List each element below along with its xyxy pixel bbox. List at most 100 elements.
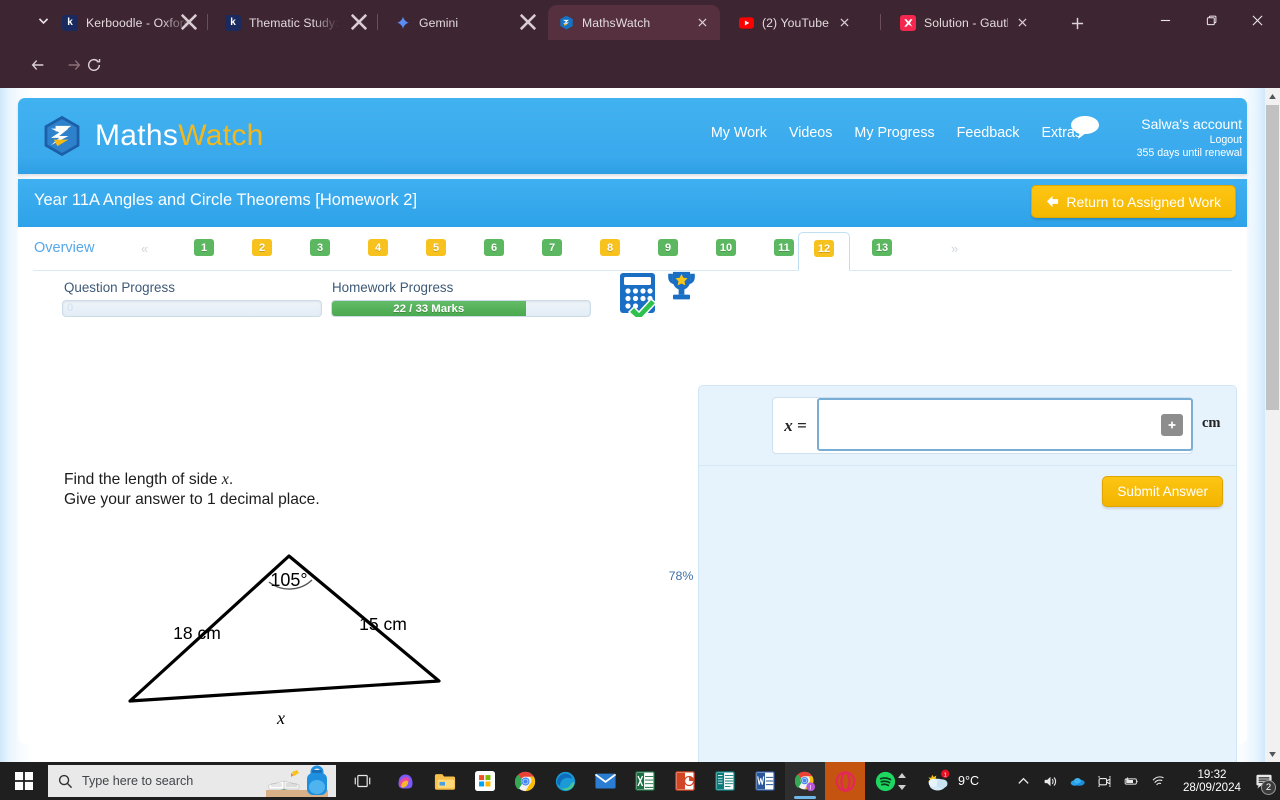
answer-input-wrapper[interactable]: [817, 398, 1193, 451]
taskbar-google-chrome-icon[interactable]: [505, 762, 545, 800]
calculator-icon[interactable]: [618, 271, 660, 317]
task-view-icon[interactable]: [343, 762, 381, 800]
taskbar-file-explorer-icon[interactable]: [425, 762, 465, 800]
taskbar-copilot-icon[interactable]: [385, 762, 425, 800]
browser-tab-active[interactable]: MathsWatch: [548, 5, 720, 40]
show-hidden-icons-scroll[interactable]: [893, 762, 911, 800]
close-window-button[interactable]: [1234, 0, 1280, 40]
taskbar-apps: I: [385, 762, 905, 800]
svg-text:I: I: [809, 784, 811, 791]
logo-text-maths: Maths: [95, 119, 179, 152]
question-text: Find the length of side x. Give your ans…: [64, 470, 320, 510]
question-line-1: Find the length of side x.: [64, 470, 320, 490]
browser-tab[interactable]: k Thematic Study: M: [215, 5, 347, 40]
close-icon[interactable]: [692, 13, 712, 33]
taskbar-excel-icon[interactable]: [625, 762, 665, 800]
mathswatch-logo[interactable]: MathsWatch: [40, 114, 264, 158]
browser-tab[interactable]: k Kerboodle - Oxford: [52, 5, 200, 40]
camera-privacy-icon[interactable]: [1091, 762, 1118, 800]
question-line-1-text: Find the length of side: [64, 471, 222, 488]
question-tab-12[interactable]: 12: [798, 232, 850, 271]
trophy-icon[interactable]: [664, 269, 699, 307]
browser-tab[interactable]: (2) YouTube: [728, 5, 862, 40]
weather-icon: 1: [928, 769, 950, 791]
start-button-icon[interactable]: [0, 762, 48, 800]
nav-item-feedback[interactable]: Feedback: [957, 125, 1020, 141]
tab-title: Kerboodle - Oxford: [86, 15, 191, 30]
answer-input[interactable]: [827, 400, 1161, 449]
account-name[interactable]: Salwa's account: [1082, 116, 1242, 132]
weather-temperature: 9°C: [958, 774, 980, 788]
show-hidden-icons-chevron-icon[interactable]: [1010, 762, 1037, 800]
overview-tab[interactable]: Overview: [34, 240, 94, 256]
taskbar-search[interactable]: Type here to search: [48, 765, 336, 797]
maximize-button[interactable]: [1188, 0, 1234, 40]
close-icon[interactable]: [350, 13, 368, 31]
question-badge: 4: [368, 239, 388, 256]
battery-icon[interactable]: [1118, 762, 1145, 800]
question-tab-10[interactable]: 10: [700, 232, 752, 271]
question-tab-7[interactable]: 7: [526, 232, 578, 271]
question-tab-9[interactable]: 9: [642, 232, 694, 271]
browser-toolbar: vle.mathswatch.co.uk/vle/assignment/9267…: [0, 40, 1280, 120]
question-tab-1[interactable]: 1: [178, 232, 230, 271]
question-tab-8[interactable]: 8: [584, 232, 636, 271]
scroll-down-icon[interactable]: [1265, 746, 1280, 762]
taskbar-opera-icon[interactable]: [825, 762, 865, 800]
question-tab-3[interactable]: 3: [294, 232, 346, 271]
notification-center-button[interactable]: 2: [1248, 762, 1280, 800]
question-badge: 9: [658, 239, 678, 256]
volume-icon[interactable]: [1037, 762, 1064, 800]
taskbar-powerpoint-icon[interactable]: [665, 762, 705, 800]
close-icon[interactable]: [1012, 13, 1032, 33]
mathswatch-favicon-icon: [558, 15, 574, 31]
onedrive-icon[interactable]: [1064, 762, 1091, 800]
page-scrollbar[interactable]: [1265, 88, 1280, 762]
return-to-assigned-work-button[interactable]: Return to Assigned Work: [1031, 185, 1236, 218]
question-tab-5[interactable]: 5: [410, 232, 462, 271]
question-badge: 6: [484, 239, 504, 256]
question-badge: 8: [600, 239, 620, 256]
new-tab-button[interactable]: [1063, 10, 1091, 36]
taskbar-word-icon[interactable]: [745, 762, 785, 800]
back-icon[interactable]: [24, 51, 52, 79]
youtube-favicon-icon: [738, 15, 754, 31]
next-questions-icon[interactable]: »: [951, 241, 958, 256]
homework-progress-label: Homework Progress: [332, 280, 454, 295]
question-badge: 10: [716, 239, 736, 256]
close-icon[interactable]: [834, 13, 854, 33]
browser-tab[interactable]: Gemini: [385, 5, 515, 40]
taskbar-microsoft-store-icon[interactable]: [465, 762, 505, 800]
question-tab-4[interactable]: 4: [352, 232, 404, 271]
scrollbar-thumb[interactable]: [1266, 105, 1279, 410]
question-tab-13[interactable]: 13: [856, 232, 908, 271]
browser-tab[interactable]: Solution - Gauth: [890, 5, 1040, 40]
minimize-button[interactable]: [1142, 0, 1188, 40]
logout-link[interactable]: Logout: [1082, 134, 1242, 146]
site-header: MathsWatch My Work Videos My Progress Fe…: [18, 98, 1247, 174]
weather-widget[interactable]: 1 9°C: [925, 762, 979, 800]
nav-item-my-work[interactable]: My Work: [711, 125, 767, 141]
triangle-diagram: 105° 18 cm 15 cm x: [108, 538, 498, 728]
chat-bubble-icon[interactable]: [1070, 115, 1100, 139]
page-viewport: MathsWatch My Work Videos My Progress Fe…: [0, 88, 1280, 762]
question-badge: 7: [542, 239, 562, 256]
question-tab-6[interactable]: 6: [468, 232, 520, 271]
taskbar-publisher-icon[interactable]: [705, 762, 745, 800]
wifi-icon[interactable]: [1145, 762, 1172, 800]
taskbar-microsoft-edge-icon[interactable]: [545, 762, 585, 800]
math-keyboard-icon[interactable]: [1161, 413, 1183, 436]
nav-item-videos[interactable]: Videos: [789, 125, 832, 141]
question-tab-2[interactable]: 2: [236, 232, 288, 271]
clock-date: 28/09/2024: [1182, 781, 1242, 794]
close-icon[interactable]: [519, 13, 537, 31]
prev-questions-icon[interactable]: «: [141, 241, 148, 256]
nav-item-my-progress[interactable]: My Progress: [854, 125, 934, 141]
taskbar-mail-icon[interactable]: [585, 762, 625, 800]
close-icon[interactable]: [180, 13, 198, 31]
taskbar-clock[interactable]: 19:32 28/09/2024: [1176, 762, 1248, 800]
scroll-up-icon[interactable]: [1265, 88, 1280, 104]
taskbar-chrome-window-icon[interactable]: I: [785, 762, 825, 800]
submit-answer-button[interactable]: Submit Answer: [1102, 476, 1223, 507]
reload-icon[interactable]: [80, 51, 108, 79]
